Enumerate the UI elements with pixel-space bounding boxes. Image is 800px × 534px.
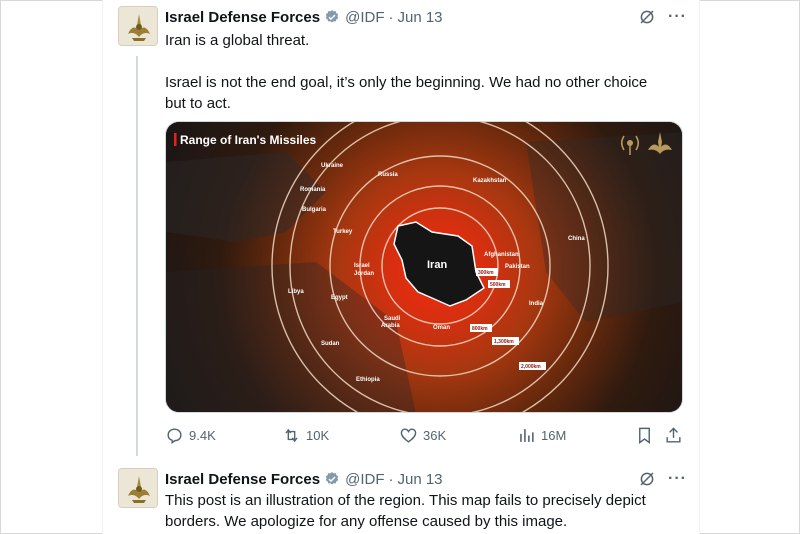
view-count: 16M xyxy=(541,427,567,443)
post-text-line: Israel is not the end goal, it’s only th… xyxy=(165,74,648,91)
avatar[interactable] xyxy=(118,468,158,508)
title-accent-bar xyxy=(174,133,177,146)
country-label: Saudi xyxy=(384,316,401,322)
post-actions: 9.4K 10K 36K 16M xyxy=(165,424,685,446)
country-label: China xyxy=(568,236,585,242)
reply-count: 9.4K xyxy=(189,427,216,443)
author-handle[interactable]: @IDF xyxy=(345,9,384,26)
post-text: Iran is a global threat. Israel is not t… xyxy=(165,30,685,114)
author-handle[interactable]: @IDF xyxy=(345,471,384,488)
separator-dot: · xyxy=(388,8,394,26)
country-label: Romania xyxy=(300,187,326,193)
iran-label: Iran xyxy=(427,259,447,271)
post-text: This post is an illustration of the regi… xyxy=(165,490,685,532)
country-label: Turkey xyxy=(333,229,353,235)
country-label: Jordan xyxy=(354,271,374,277)
repost-count: 10K xyxy=(306,427,330,443)
country-label: Arabia xyxy=(381,323,400,329)
idf-emblem-icon xyxy=(119,469,157,507)
post-image[interactable]: Range of Iran's Missiles Ukraine Russia … xyxy=(165,121,683,413)
reply-button[interactable]: 9.4K xyxy=(165,424,216,446)
post-header-actions: ··· xyxy=(638,7,687,27)
separator-dot: · xyxy=(388,470,394,488)
verified-icon xyxy=(325,10,339,23)
like-icon xyxy=(400,427,417,443)
range-label: 300km xyxy=(478,270,494,276)
post-text-line: borders. We apologize for any offense ca… xyxy=(165,513,568,530)
country-label: India xyxy=(529,301,544,307)
country-label: Ukraine xyxy=(321,163,344,169)
country-label: Oman xyxy=(433,325,450,331)
country-label: Israel xyxy=(354,263,370,269)
thread-connector-line xyxy=(136,56,138,456)
map-title: Range of Iran's Missiles xyxy=(180,133,317,147)
repost-icon xyxy=(285,428,298,442)
post-header-actions: ··· xyxy=(638,469,687,489)
like-button[interactable]: 36K xyxy=(399,424,446,446)
more-icon[interactable]: ··· xyxy=(668,9,687,25)
share-icon xyxy=(666,426,681,443)
grok-icon[interactable] xyxy=(638,8,656,26)
post-text-line: This post is an illustration of the regi… xyxy=(165,492,646,509)
like-count: 36K xyxy=(423,427,447,443)
range-label: 800km xyxy=(472,326,488,332)
country-label: Sudan xyxy=(321,341,340,347)
country-label: Libya xyxy=(288,289,304,295)
country-label: Bulgaria xyxy=(302,207,327,213)
range-label: 1,300km xyxy=(494,339,514,345)
range-label: 2,000km xyxy=(521,364,541,370)
country-label: Kazakhstan xyxy=(473,178,507,184)
views-icon xyxy=(520,428,534,442)
post-date[interactable]: Jun 13 xyxy=(397,9,442,26)
post-header: Israel Defense Forces @IDF · Jun 13 xyxy=(165,7,443,27)
verified-icon xyxy=(325,472,339,485)
grok-icon[interactable] xyxy=(638,470,656,488)
bookmark-icon xyxy=(639,427,650,444)
post-date[interactable]: Jun 13 xyxy=(397,471,442,488)
post-text-line: Iran is a global threat. xyxy=(165,32,310,49)
share-button[interactable] xyxy=(664,424,683,446)
country-label: Egypt xyxy=(331,295,348,301)
post-header: Israel Defense Forces @IDF · Jun 13 xyxy=(165,469,443,489)
country-label: Russia xyxy=(378,172,398,178)
views-button[interactable]: 16M xyxy=(517,424,566,446)
missile-range-map: Range of Iran's Missiles Ukraine Russia … xyxy=(166,122,682,412)
post-text-line: but to act. xyxy=(165,95,231,112)
country-label: Pakistan xyxy=(505,264,530,270)
bookmark-button[interactable] xyxy=(635,424,654,446)
country-label: Afghanistan xyxy=(484,252,519,258)
country-label: Ethiopia xyxy=(356,377,380,383)
reply-icon xyxy=(167,427,182,444)
repost-button[interactable]: 10K xyxy=(282,424,329,446)
more-icon[interactable]: ··· xyxy=(668,471,687,487)
idf-emblem-icon xyxy=(119,7,157,45)
range-label: 500km xyxy=(490,282,506,288)
author-name[interactable]: Israel Defense Forces xyxy=(165,9,320,26)
author-name[interactable]: Israel Defense Forces xyxy=(165,471,320,488)
avatar[interactable] xyxy=(118,6,158,46)
